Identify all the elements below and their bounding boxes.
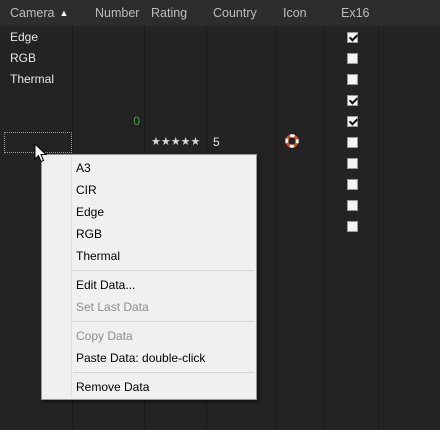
- row-5-ex16-checkbox[interactable]: [347, 116, 358, 127]
- row-6-ex16-checkbox[interactable]: [347, 137, 358, 148]
- row-6-rating[interactable]: ★★★★★: [151, 132, 200, 153]
- column-header-rating[interactable]: Rating: [151, 0, 187, 26]
- row-3-camera[interactable]: Thermal: [10, 69, 54, 90]
- row-4-ex16-checkbox[interactable]: [347, 95, 358, 106]
- row-9-ex16-checkbox[interactable]: [347, 200, 358, 211]
- context-menu: A3 CIR Edge RGB Thermal Edit Data... Set…: [41, 154, 257, 400]
- chevron-up-icon: ▲: [59, 8, 69, 18]
- menu-item-copy-data: Copy Data: [76, 329, 133, 343]
- row-2-camera[interactable]: RGB: [10, 48, 36, 69]
- menu-gutter: [71, 157, 72, 397]
- column-header-camera-label: Camera: [10, 6, 55, 20]
- column-divider: [324, 26, 325, 430]
- menu-item-edit-data[interactable]: Edit Data...: [76, 274, 135, 296]
- row-3-ex16-checkbox[interactable]: [347, 74, 358, 85]
- column-header-icon[interactable]: Icon: [283, 0, 307, 26]
- mouse-cursor-icon: [34, 143, 48, 163]
- menu-item-option-cir[interactable]: CIR: [76, 179, 97, 201]
- table-header: Camera ▲ Number Rating Country Icon Ex16: [0, 0, 440, 26]
- row-8-ex16-checkbox[interactable]: [347, 179, 358, 190]
- column-divider: [378, 26, 379, 430]
- column-header-ex16[interactable]: Ex16: [341, 0, 370, 26]
- column-header-camera[interactable]: Camera ▲: [10, 0, 68, 26]
- menu-item-option-thermal[interactable]: Thermal: [76, 245, 120, 267]
- menu-item-option-edge[interactable]: Edge: [76, 201, 104, 223]
- row-6-country[interactable]: 5: [213, 132, 220, 153]
- row-10-ex16-checkbox[interactable]: [347, 221, 358, 232]
- menu-separator: [73, 372, 254, 373]
- menu-item-paste-data[interactable]: Paste Data: double-click: [76, 347, 205, 369]
- menu-item-set-last-data: Set Last Data: [76, 300, 149, 314]
- row-1-ex16-checkbox[interactable]: [347, 32, 358, 43]
- lifebuoy-icon: [285, 134, 299, 148]
- menu-item-remove-data[interactable]: Remove Data: [76, 376, 149, 398]
- row-2-ex16-checkbox[interactable]: [347, 53, 358, 64]
- row-5-number[interactable]: 0: [120, 111, 140, 132]
- menu-item-option-a3[interactable]: A3: [76, 157, 91, 179]
- row-1-camera[interactable]: Edge: [10, 27, 38, 48]
- menu-separator: [73, 321, 254, 322]
- column-header-country[interactable]: Country: [213, 0, 257, 26]
- menu-item-option-rgb[interactable]: RGB: [76, 223, 102, 245]
- row-7-ex16-checkbox[interactable]: [347, 158, 358, 169]
- menu-separator: [73, 270, 254, 271]
- column-header-number[interactable]: Number: [95, 0, 139, 26]
- column-divider: [276, 26, 277, 430]
